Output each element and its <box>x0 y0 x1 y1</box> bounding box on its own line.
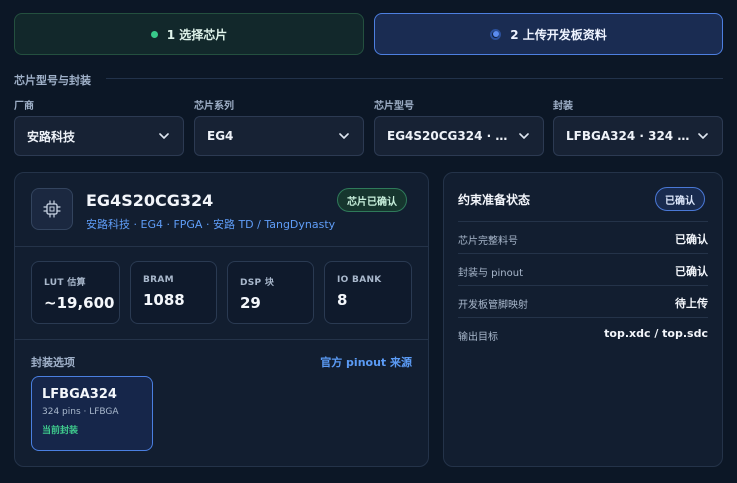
package-option-info: 324 pins · LFBGA <box>42 407 119 417</box>
package-label: 封装 <box>553 101 573 112</box>
pinout-source-link[interactable]: 官方 pinout 来源 <box>320 354 412 370</box>
step-label: 1 选择芯片 <box>166 27 228 42</box>
metric-value: 29 <box>240 294 261 312</box>
series-value: EG4 <box>207 129 234 143</box>
vendor-select[interactable]: 安路科技 <box>14 116 184 156</box>
package-value: LFBGA324 · 324 pins <box>566 129 690 143</box>
readiness-title: 约束准备状态 <box>458 193 531 207</box>
readiness-row-key: 开发板管脚映射 <box>458 300 528 311</box>
model-value: EG4S20CG324 · FPGA <box>387 129 511 143</box>
package-select[interactable]: LFBGA324 · 324 pins <box>553 116 723 156</box>
metric-value: 8 <box>337 291 348 309</box>
series-select[interactable]: EG4 <box>194 116 364 156</box>
chip-name: EG4S20CG324 <box>86 191 214 210</box>
metric-io-bank: IO BANK 8 <box>324 261 412 324</box>
metric-value: 1088 <box>143 291 185 309</box>
package-option-card[interactable]: LFBGA324 324 pins · LFBGA 当前封装 <box>31 376 153 451</box>
readiness-row-value: top.xdc / top.sdc <box>604 327 708 340</box>
readiness-row-value: 待上传 <box>675 297 708 310</box>
readiness-row-value: 已确认 <box>675 233 708 246</box>
model-select[interactable]: EG4S20CG324 · FPGA <box>374 116 544 156</box>
section-title: 芯片型号与封装 <box>14 74 91 87</box>
package-options-title: 封装选项 <box>31 356 75 369</box>
package-option-name: LFBGA324 <box>42 387 117 402</box>
chip-icon <box>31 188 73 230</box>
readiness-row-key: 输出目标 <box>458 332 498 343</box>
section-divider <box>106 78 723 79</box>
chevron-down-icon <box>517 129 531 143</box>
chevron-down-icon <box>696 129 710 143</box>
metric-dsp: DSP 块 29 <box>227 261 314 324</box>
chip-confirmed-badge: 芯片已确认 <box>337 188 407 212</box>
row-divider <box>458 221 708 222</box>
readiness-row-key: 芯片完整料号 <box>458 236 518 247</box>
readiness-row-key: 封装与 pinout <box>458 268 524 279</box>
row-divider <box>458 253 708 254</box>
vendor-label: 厂商 <box>14 101 34 112</box>
metric-label: BRAM <box>143 275 174 285</box>
series-label: 芯片系列 <box>194 101 234 112</box>
row-divider <box>458 317 708 318</box>
metric-label: IO BANK <box>337 275 382 285</box>
row-divider <box>458 285 708 286</box>
step-label: 2 上传开发板资料 <box>510 27 607 42</box>
card-divider <box>15 339 428 340</box>
readiness-card <box>443 172 723 467</box>
card-divider <box>15 246 428 247</box>
metric-label: DSP 块 <box>240 278 275 288</box>
model-label: 芯片型号 <box>374 101 414 112</box>
chevron-down-icon <box>157 129 171 143</box>
step-select-chip[interactable]: 1 选择芯片 <box>14 13 364 55</box>
step-done-indicator <box>150 30 158 38</box>
step-upload-board[interactable]: 2 上传开发板资料 <box>374 13 723 55</box>
metric-bram: BRAM 1088 <box>130 261 217 324</box>
metric-label: LUT 估算 <box>44 278 86 288</box>
readiness-badge: 已确认 <box>655 187 705 211</box>
vendor-value: 安路科技 <box>27 129 76 144</box>
step-active-indicator <box>490 28 502 40</box>
metric-value: ~19,600 <box>44 294 115 312</box>
readiness-row-value: 已确认 <box>675 265 708 278</box>
chevron-down-icon <box>337 129 351 143</box>
metric-lut: LUT 估算 ~19,600 <box>31 261 120 324</box>
chip-subtitle: 安路科技 · EG4 · FPGA · 安路 TD / TangDynasty <box>86 218 336 231</box>
package-option-current: 当前封装 <box>42 426 79 436</box>
